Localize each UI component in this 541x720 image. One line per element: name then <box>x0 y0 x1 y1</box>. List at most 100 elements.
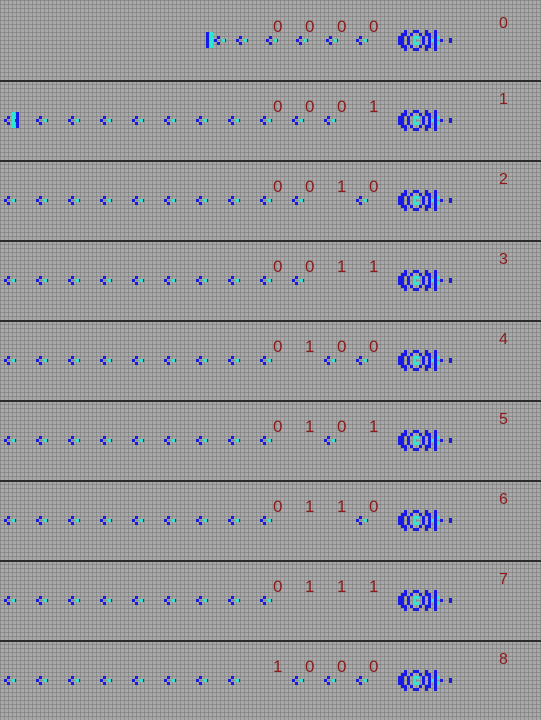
tape-cell <box>100 596 112 605</box>
tape-cell <box>292 196 304 205</box>
tape-cell <box>196 196 208 205</box>
tape-cell <box>68 436 80 445</box>
tape-cell <box>260 596 272 605</box>
tape-cell <box>292 676 304 685</box>
tape-cell <box>100 196 112 205</box>
tape-cell <box>260 516 272 525</box>
tape-start-marker <box>12 112 15 128</box>
tape-cell <box>68 676 80 685</box>
tape-cell <box>196 436 208 445</box>
tape-cell <box>164 116 176 125</box>
row-cells <box>4 590 452 611</box>
tape-cell <box>100 676 112 685</box>
pattern-board: 0000000011001020011301004010150110601117… <box>0 0 541 720</box>
tape-cell <box>100 436 112 445</box>
tape-cell <box>260 276 272 285</box>
tape-cell <box>132 356 144 365</box>
tape-cell <box>326 36 338 45</box>
tape-cell <box>228 516 240 525</box>
tape-cell <box>4 356 16 365</box>
machine-head <box>398 590 452 611</box>
tape-cell <box>164 596 176 605</box>
row-cells <box>4 670 452 691</box>
tape-cell <box>260 116 272 125</box>
row-cells <box>4 190 452 211</box>
tape-cell <box>324 436 336 445</box>
tape-cell <box>292 276 304 285</box>
tape-cell <box>4 676 16 685</box>
tape-cell <box>4 516 16 525</box>
machine-head <box>398 430 452 451</box>
machine-head <box>398 350 452 371</box>
tape-cell <box>260 356 272 365</box>
tape-cell <box>356 516 368 525</box>
tape-cell <box>132 676 144 685</box>
row-cells <box>4 510 452 531</box>
tape-cell <box>164 436 176 445</box>
tape-cell <box>36 196 48 205</box>
tape-cell <box>164 676 176 685</box>
tape-cell <box>228 596 240 605</box>
tape-cell <box>196 276 208 285</box>
tape-cell <box>356 356 368 365</box>
tape-cell <box>132 276 144 285</box>
tape-cell <box>132 596 144 605</box>
tape-cell <box>228 196 240 205</box>
pattern-row: 00000 <box>0 0 541 80</box>
tape-cell <box>196 516 208 525</box>
tape-cell <box>266 36 278 45</box>
tape-cell <box>356 196 368 205</box>
pattern-row: 01004 <box>0 320 541 400</box>
tape-cell <box>292 116 304 125</box>
tape-cell <box>132 116 144 125</box>
machine-head <box>398 110 452 131</box>
tape-start-marker <box>206 32 209 48</box>
tape-cell <box>36 596 48 605</box>
tape-cell <box>228 356 240 365</box>
tape-cell <box>4 436 16 445</box>
tape-cell <box>36 676 48 685</box>
tape-cell <box>68 356 80 365</box>
tape-cell <box>356 676 368 685</box>
tape-cell <box>228 436 240 445</box>
tape-cell <box>228 116 240 125</box>
tape-cell <box>356 36 368 45</box>
tape-cell <box>164 276 176 285</box>
tape-cell <box>132 516 144 525</box>
tape-cell <box>164 516 176 525</box>
tape-start-marker <box>16 112 19 128</box>
machine-head <box>398 510 452 531</box>
tape-cell <box>36 356 48 365</box>
tape-start-marker <box>210 32 213 48</box>
tape-cell <box>196 596 208 605</box>
row-cells <box>206 30 452 51</box>
tape-cell <box>164 196 176 205</box>
pattern-row: 01106 <box>0 480 541 560</box>
machine-head <box>398 670 452 691</box>
tape-cell <box>214 36 226 45</box>
tape-cell <box>132 196 144 205</box>
tape-cell <box>100 356 112 365</box>
tape-cell <box>4 276 16 285</box>
pattern-row: 00102 <box>0 160 541 240</box>
machine-head <box>398 30 452 51</box>
tape-cell <box>296 36 308 45</box>
tape-cell <box>68 516 80 525</box>
tape-cell <box>68 116 80 125</box>
tape-cell <box>36 516 48 525</box>
tape-cell <box>68 276 80 285</box>
tape-cell <box>196 116 208 125</box>
tape-cell <box>324 676 336 685</box>
row-cells <box>4 110 452 131</box>
tape-cell <box>4 596 16 605</box>
tape-cell <box>100 516 112 525</box>
pattern-row: 01015 <box>0 400 541 480</box>
pattern-row: 00011 <box>0 80 541 160</box>
tape-cell <box>164 356 176 365</box>
tape-cell <box>236 36 248 45</box>
tape-cell <box>68 596 80 605</box>
tape-cell <box>196 356 208 365</box>
tape-cell <box>68 196 80 205</box>
tape-cell <box>260 196 272 205</box>
tape-cell <box>36 436 48 445</box>
